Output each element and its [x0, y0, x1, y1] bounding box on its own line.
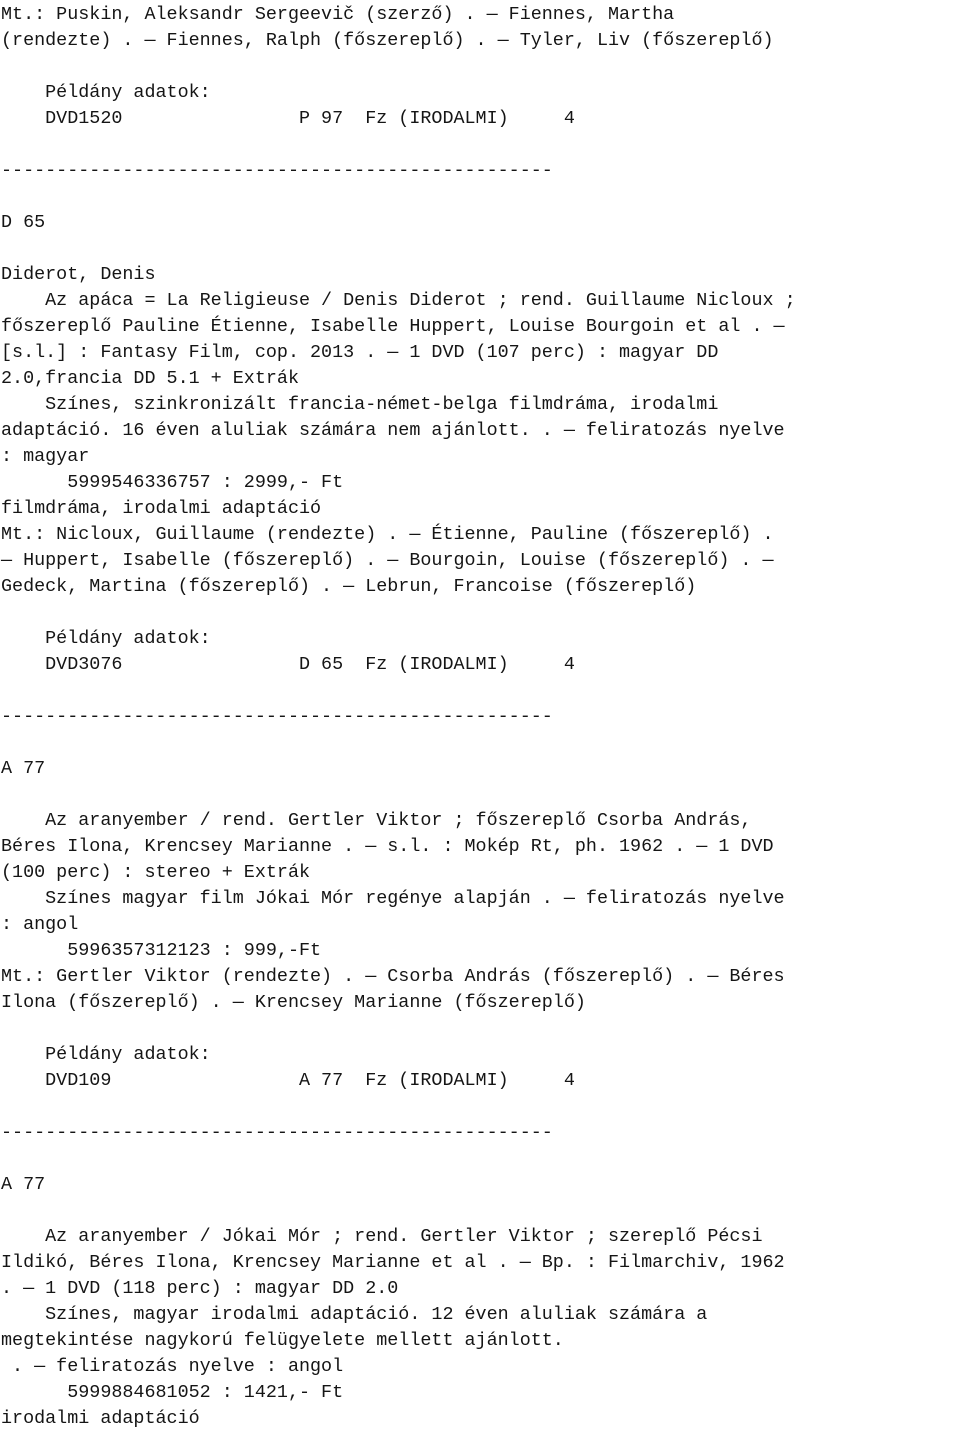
text-line: főszereplő Pauline Étienne, Isabelle Hup…	[1, 316, 785, 337]
text-line: Gedeck, Martina (főszereplő) . — Lebrun,…	[1, 576, 697, 597]
copy-data-row: DVD3076 D 65 Fz (IRODALMI) 4	[1, 654, 575, 675]
text-line: : angol	[1, 914, 79, 935]
call-number: D 65	[1, 212, 46, 233]
text-line: Ilona (főszereplő) . — Krencsey Marianne…	[1, 992, 586, 1013]
copy-data-row: DVD109 A 77 Fz (IRODALMI) 4	[1, 1070, 575, 1091]
text-line: . — 1 DVD (118 perc) : magyar DD 2.0	[1, 1278, 399, 1299]
main-entry-line: Mt.: Nicloux, Guillaume (rendezte) . — É…	[1, 524, 774, 545]
text-line: irodalmi adaptáció	[1, 1408, 200, 1429]
text-line: : magyar	[1, 446, 90, 467]
text-line: Ildikó, Béres Ilona, Krencsey Marianne e…	[1, 1252, 785, 1273]
text-line: — Huppert, Isabelle (főszereplő) . — Bou…	[1, 550, 774, 571]
text-line: 5996357312123 : 999,-Ft	[1, 940, 322, 961]
text-line: [s.l.] : Fantasy Film, cop. 2013 . — 1 D…	[1, 342, 719, 363]
text-line: 2.0,francia DD 5.1 + Extrák	[1, 368, 299, 389]
copy-data-row: DVD1520 P 97 Fz (IRODALMI) 4	[1, 108, 575, 129]
text-line: . — feliratozás nyelve : angol	[1, 1356, 344, 1377]
text-line: Az aranyember / Jókai Mór ; rend. Gertle…	[1, 1226, 763, 1247]
copy-data-label: Példány adatok:	[1, 1044, 211, 1065]
text-line: Színes, szinkronizált francia-német-belg…	[1, 394, 719, 415]
text-line: Színes magyar film Jókai Mór regénye ala…	[1, 888, 785, 909]
text-line: megtekintése nagykorú felügyelete mellet…	[1, 1330, 564, 1351]
record-separator: ----------------------------------------…	[1, 1122, 553, 1143]
main-entry-line: Mt.: Gertler Viktor (rendezte) . — Csorb…	[1, 966, 785, 987]
main-entry-line: Mt.: Puskin, Aleksandr Sergeevič (szerző…	[1, 4, 675, 25]
call-number: A 77	[1, 1174, 46, 1195]
record-separator: ----------------------------------------…	[1, 706, 553, 727]
text-line: adaptáció. 16 éven aluliak számára nem a…	[1, 420, 785, 441]
copy-data-label: Példány adatok:	[1, 82, 211, 103]
text-line: (rendezte) . — Fiennes, Ralph (főszerepl…	[1, 30, 774, 51]
text-line: 5999884681052 : 1421,- Ft	[1, 1382, 344, 1403]
text-line: Az apáca = La Religieuse / Denis Diderot…	[1, 290, 796, 311]
catalog-document: Mt.: Puskin, Aleksandr Sergeevič (szerző…	[0, 0, 960, 1432]
copy-data-label: Példány adatok:	[1, 628, 211, 649]
text-line: (100 perc) : stereo + Extrák	[1, 862, 311, 883]
text-line: Diderot, Denis	[1, 264, 156, 285]
text-line: 5999546336757 : 2999,- Ft	[1, 472, 344, 493]
text-line: Színes, magyar irodalmi adaptáció. 12 év…	[1, 1304, 708, 1325]
text-line: Béres Ilona, Krencsey Marianne . — s.l. …	[1, 836, 774, 857]
record-separator: ----------------------------------------…	[1, 160, 553, 181]
call-number: A 77	[1, 758, 46, 779]
text-line: Az aranyember / rend. Gertler Viktor ; f…	[1, 810, 752, 831]
text-line: filmdráma, irodalmi adaptáció	[1, 498, 322, 519]
